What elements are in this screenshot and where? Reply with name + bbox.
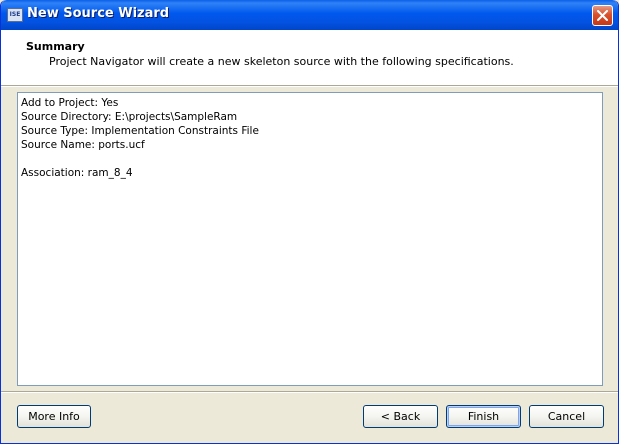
wizard-header: Summary Project Navigator will create a … bbox=[1, 30, 618, 85]
summary-line-association: Association: ram_8_4 bbox=[21, 167, 133, 179]
header-title: Summary bbox=[26, 40, 85, 53]
close-icon bbox=[597, 10, 608, 21]
summary-line-source-type: Source Type: Implementation Constraints … bbox=[21, 125, 259, 137]
new-source-wizard-dialog: ISE New Source Wizard Summary Project Na… bbox=[0, 0, 619, 444]
title-bar[interactable]: ISE New Source Wizard bbox=[1, 0, 618, 30]
summary-text-area[interactable]: Add to Project: Yes Source Directory: E:… bbox=[17, 92, 603, 386]
window-title: New Source Wizard bbox=[27, 6, 170, 21]
footer-divider bbox=[1, 391, 618, 393]
cancel-button[interactable]: Cancel bbox=[529, 405, 604, 428]
more-info-button[interactable]: More Info bbox=[17, 405, 91, 428]
summary-line-source-name: Source Name: ports.ucf bbox=[21, 139, 145, 151]
finish-button[interactable]: Finish bbox=[446, 405, 521, 428]
summary-line-blank bbox=[21, 152, 599, 166]
header-subtitle: Project Navigator will create a new skel… bbox=[49, 55, 514, 68]
summary-line-source-directory: Source Directory: E:\projects\SampleRam bbox=[21, 111, 238, 123]
ise-app-icon: ISE bbox=[7, 8, 23, 22]
summary-line-add-to-project: Add to Project: Yes bbox=[21, 97, 119, 109]
header-divider bbox=[1, 85, 618, 87]
back-button[interactable]: < Back bbox=[363, 405, 438, 428]
close-button[interactable] bbox=[592, 5, 613, 26]
